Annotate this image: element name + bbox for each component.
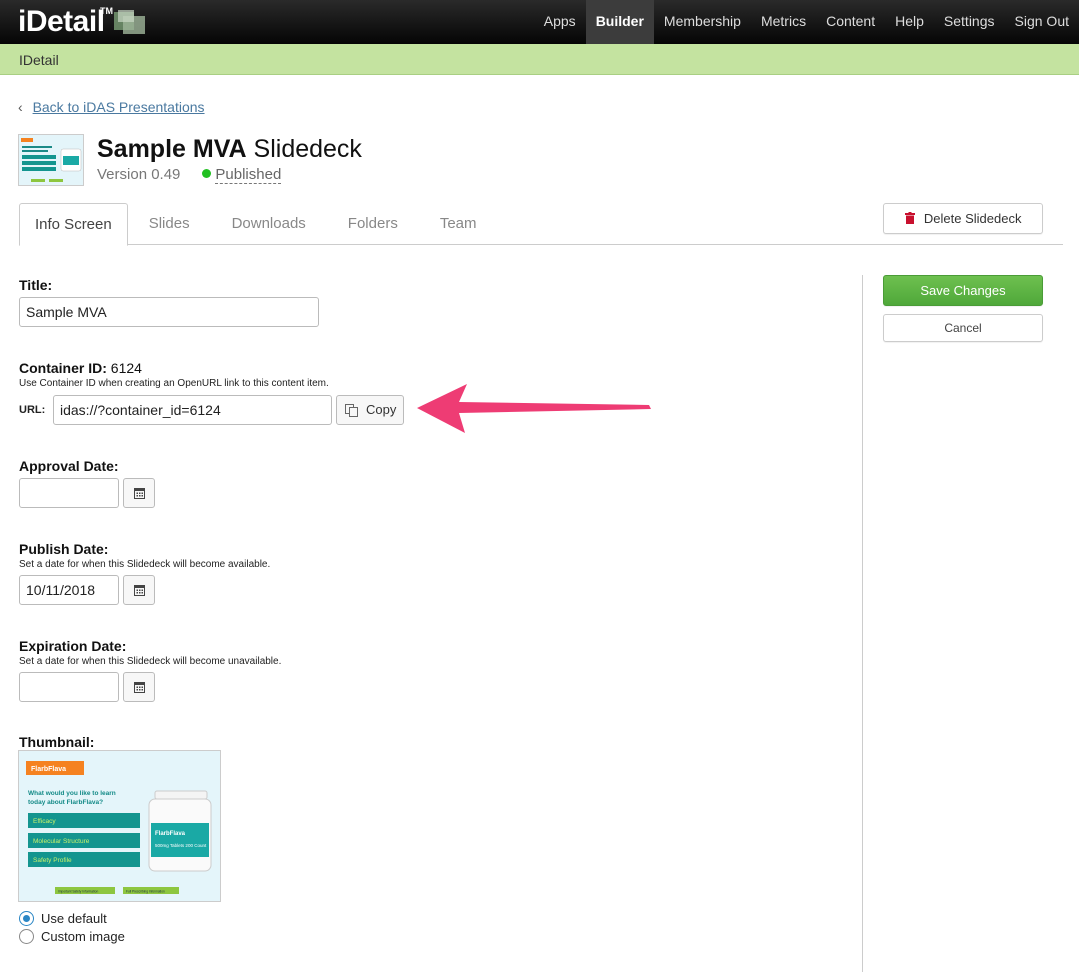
expiration-date-label: Expiration Date: bbox=[19, 638, 127, 654]
thumbnail-label: Thumbnail: bbox=[19, 734, 95, 750]
logo-mark-icon bbox=[114, 10, 148, 36]
nav-help[interactable]: Help bbox=[885, 0, 934, 44]
use-default-label[interactable]: Use default bbox=[41, 911, 107, 926]
thumb-brand: FlarbFlava bbox=[31, 766, 66, 773]
status-badge[interactable]: Published bbox=[215, 166, 282, 184]
thumb-btn-safety: Safety Profile bbox=[33, 857, 72, 864]
calendar-icon bbox=[134, 682, 145, 693]
delete-slidedeck-button[interactable]: Delete Slidedeck bbox=[883, 203, 1043, 234]
page-title: Sample MVA Slidedeck bbox=[97, 134, 362, 164]
thumb-bottle-text: 500mg Tablets 200 Count bbox=[155, 843, 207, 848]
thumbnail-preview: FlarbFlava What would you like to learn … bbox=[18, 750, 221, 902]
thumb-footer-fpi: Full Prescribing Information bbox=[126, 890, 165, 894]
calendar-icon bbox=[134, 488, 145, 499]
thumb-bottle-brand: FlarbFlava bbox=[155, 831, 186, 837]
trash-icon bbox=[904, 212, 918, 226]
nav-builder[interactable]: Builder bbox=[585, 0, 654, 44]
thumb-btn-efficacy: Efficacy bbox=[33, 818, 56, 825]
container-id-label: Container ID: 6124 bbox=[19, 360, 142, 376]
breadcrumb: ‹ Back to iDAS Presentations bbox=[18, 99, 205, 115]
publish-date-input[interactable]: 10/11/2018 bbox=[19, 575, 119, 605]
custom-image-radio[interactable] bbox=[19, 929, 34, 944]
cancel-button[interactable]: Cancel bbox=[883, 314, 1043, 342]
tab-bar: Info Screen Slides Downloads Folders Tea… bbox=[19, 203, 498, 246]
copy-label: Copy bbox=[366, 402, 397, 417]
tab-folders[interactable]: Folders bbox=[327, 203, 419, 245]
title-type: Slidedeck bbox=[253, 135, 362, 163]
custom-image-label[interactable]: Custom image bbox=[41, 929, 125, 944]
thumb-btn-molecular: Molecular Structure bbox=[33, 838, 90, 845]
nav-membership[interactable]: Membership bbox=[654, 0, 751, 44]
publish-date-label: Publish Date: bbox=[19, 541, 109, 557]
approval-date-label: Approval Date: bbox=[19, 458, 119, 474]
nav-settings[interactable]: Settings bbox=[934, 0, 1005, 44]
logo-trademark: TM bbox=[100, 6, 113, 16]
top-navigation-bar: iDetail TM Apps Builder Membership Metri… bbox=[0, 0, 1079, 44]
column-divider bbox=[862, 275, 863, 972]
title-input[interactable]: Sample MVA bbox=[19, 297, 319, 327]
publish-calendar-button[interactable] bbox=[123, 575, 155, 605]
tab-info-screen[interactable]: Info Screen bbox=[19, 203, 128, 246]
main-nav: Apps Builder Membership Metrics Content … bbox=[534, 0, 1079, 44]
publish-date-hint: Set a date for when this Slidedeck will … bbox=[19, 559, 271, 570]
use-default-radio[interactable] bbox=[19, 911, 34, 926]
svg-text:today about FlarbFlava?: today about FlarbFlava? bbox=[28, 799, 103, 806]
annotation-arrow bbox=[417, 384, 651, 433]
nav-content[interactable]: Content bbox=[816, 0, 885, 44]
logo-text: iDetail bbox=[18, 5, 105, 38]
tab-team[interactable]: Team bbox=[419, 203, 498, 245]
version-status-line: Version 0.49 Published bbox=[97, 166, 282, 184]
sub-header-title: IDetail bbox=[19, 52, 59, 68]
container-id-label-text: Container ID: bbox=[19, 360, 107, 376]
thumb-footer-isi: Important Safety Information bbox=[58, 890, 98, 894]
nav-metrics[interactable]: Metrics bbox=[751, 0, 816, 44]
svg-text:What would you like to learn: What would you like to learn bbox=[28, 790, 116, 797]
calendar-icon bbox=[134, 585, 145, 596]
slidedeck-header-thumbnail bbox=[18, 134, 84, 186]
back-to-presentations-link[interactable]: Back to iDAS Presentations bbox=[33, 99, 205, 115]
save-changes-button[interactable]: Save Changes bbox=[883, 275, 1043, 306]
expiration-date-input[interactable] bbox=[19, 672, 119, 702]
tab-downloads[interactable]: Downloads bbox=[211, 203, 327, 245]
copy-icon bbox=[345, 404, 358, 417]
expiration-date-hint: Set a date for when this Slidedeck will … bbox=[19, 656, 282, 667]
sub-header-bar: IDetail bbox=[0, 44, 1079, 75]
approval-calendar-button[interactable] bbox=[123, 478, 155, 508]
tab-slides[interactable]: Slides bbox=[128, 203, 211, 245]
nav-apps[interactable]: Apps bbox=[534, 0, 586, 44]
chevron-left-icon: ‹ bbox=[18, 99, 23, 115]
url-label: URL: bbox=[19, 404, 46, 416]
title-label: Title: bbox=[19, 277, 53, 293]
url-field[interactable]: idas://?container_id=6124 bbox=[53, 395, 332, 425]
status-dot-icon bbox=[202, 169, 212, 178]
container-id-hint: Use Container ID when creating an OpenUR… bbox=[19, 378, 329, 389]
title-name: Sample MVA bbox=[97, 135, 247, 163]
copy-url-button[interactable]: Copy bbox=[336, 395, 404, 425]
version-text: Version 0.49 bbox=[97, 166, 181, 183]
expiration-calendar-button[interactable] bbox=[123, 672, 155, 702]
delete-label: Delete Slidedeck bbox=[923, 211, 1022, 226]
nav-sign-out[interactable]: Sign Out bbox=[1005, 0, 1079, 44]
approval-date-input[interactable] bbox=[19, 478, 119, 508]
container-id-value: 6124 bbox=[110, 360, 142, 376]
